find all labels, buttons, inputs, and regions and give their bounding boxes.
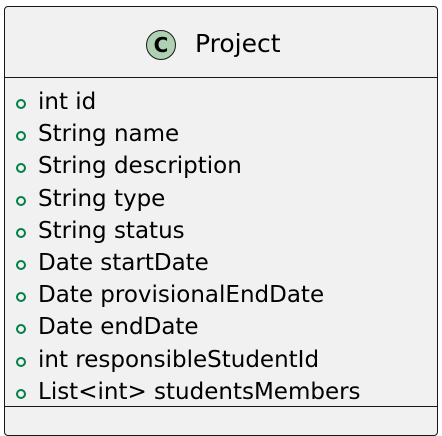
public-visibility-icon xyxy=(16,195,26,206)
field-text: int responsibleStudentId xyxy=(38,346,320,373)
public-visibility-icon xyxy=(16,259,26,270)
public-visibility-icon xyxy=(16,131,26,142)
class-stereotype-letter: C xyxy=(153,33,169,57)
field-item: String type xyxy=(5,183,437,215)
field-text: Date provisionalEndDate xyxy=(38,282,325,309)
field-list: int id String name String description St… xyxy=(5,86,437,408)
field-text: String description xyxy=(38,153,242,180)
field-item: String description xyxy=(5,150,437,182)
header-divider xyxy=(5,77,437,78)
field-item: List<int> studentsMembers xyxy=(5,376,437,408)
field-text: String name xyxy=(38,121,180,148)
field-item: String name xyxy=(5,118,437,150)
class-box-project: C Project int id String name String desc… xyxy=(4,6,438,436)
public-visibility-icon xyxy=(16,388,26,399)
field-item: int responsibleStudentId xyxy=(5,344,437,376)
public-visibility-icon xyxy=(16,324,26,335)
field-text: Date startDate xyxy=(38,249,209,276)
field-text: List<int> studentsMembers xyxy=(38,378,361,405)
public-visibility-icon xyxy=(16,292,26,303)
public-visibility-icon xyxy=(16,356,26,367)
field-item: Date startDate xyxy=(5,247,437,279)
methods-divider xyxy=(5,406,437,407)
field-text: String status xyxy=(38,217,185,244)
field-text: int id xyxy=(38,89,97,115)
public-visibility-icon xyxy=(16,163,26,174)
field-item: Date endDate xyxy=(5,311,437,343)
field-text: String type xyxy=(38,185,166,212)
class-header: C Project xyxy=(5,7,437,77)
field-text: Date endDate xyxy=(38,314,199,341)
public-visibility-icon xyxy=(16,99,26,109)
field-item: int id xyxy=(5,86,437,118)
class-name: Project xyxy=(195,29,281,58)
class-stereotype-icon: C xyxy=(146,30,176,60)
field-item: String status xyxy=(5,215,437,247)
public-visibility-icon xyxy=(16,227,26,238)
field-item: Date provisionalEndDate xyxy=(5,279,437,311)
